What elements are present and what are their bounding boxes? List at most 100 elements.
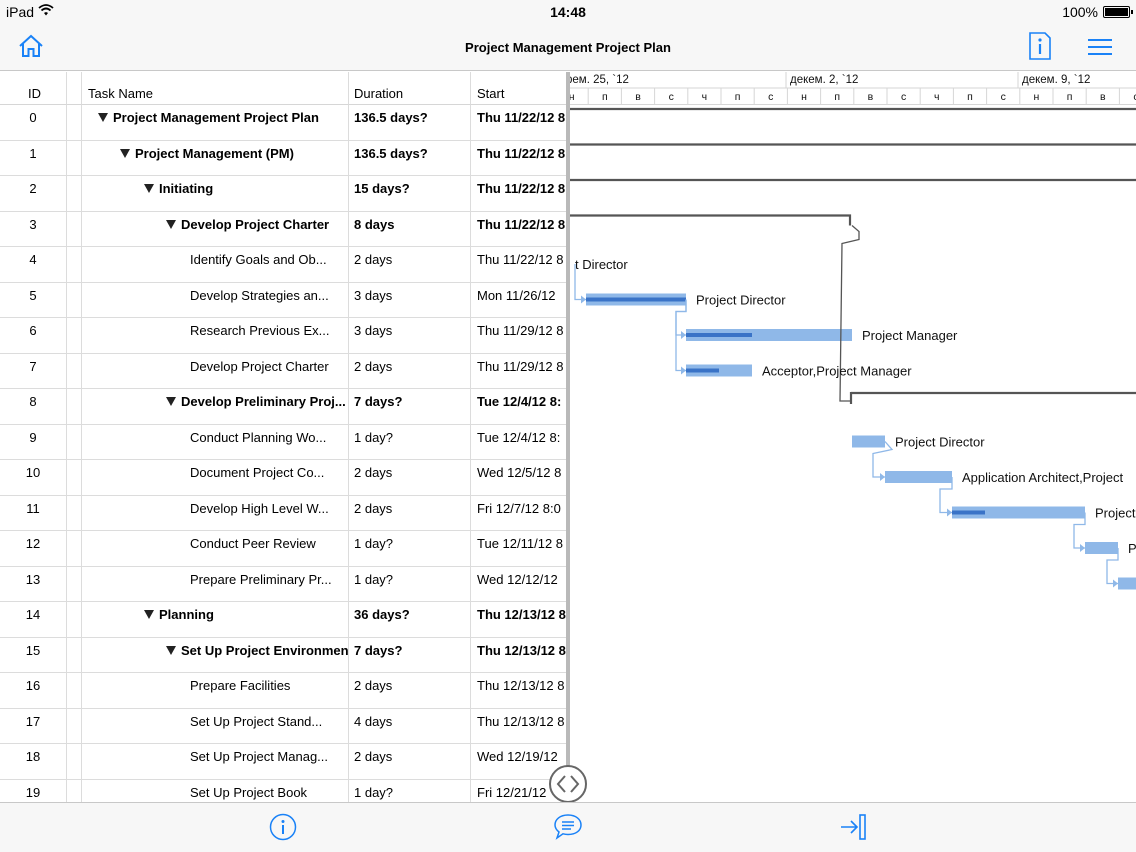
cell-start[interactable]: Fri 12/7/12 8:0: [471, 496, 566, 531]
table-row[interactable]: 19 Set Up Project Book 1 day? Fri 12/21/12: [0, 779, 566, 802]
collapse-triangle-icon[interactable]: [166, 397, 176, 406]
cell-start[interactable]: Tue 12/4/12 8:: [471, 425, 566, 460]
cell-task-name[interactable]: Develop Project Charter: [82, 353, 349, 389]
cell-duration[interactable]: 1 day?: [349, 566, 471, 602]
cell-start[interactable]: Wed 12/5/12 8: [471, 460, 566, 496]
cell-start[interactable]: Thu 11/29/12 8: [471, 318, 566, 354]
table-row[interactable]: 18 Set Up Project Manag... 2 days Wed 12/19…: [0, 744, 566, 780]
table-row[interactable]: 9 Conduct Planning Wo... 1 day? Tue 12/4/12…: [0, 424, 566, 460]
collapse-triangle-icon[interactable]: [166, 645, 176, 655]
cell-task-name[interactable]: Document Project Co...: [82, 460, 349, 496]
column-header-start[interactable]: Start: [471, 72, 566, 105]
cell-duration[interactable]: 2 days: [349, 495, 471, 531]
table-row[interactable]: 5 Develop Strategies an... 3 days Mon 11/26…: [0, 282, 566, 318]
cell-duration[interactable]: 4 days: [349, 708, 471, 744]
collapse-triangle-icon[interactable]: [144, 184, 154, 193]
cell-task-name[interactable]: Identify Goals and Ob...: [82, 247, 349, 283]
collapse-triangle-icon[interactable]: [166, 219, 176, 229]
comment-icon[interactable]: [553, 813, 583, 841]
cell-duration[interactable]: 1 day?: [349, 779, 471, 802]
table-row[interactable]: 3 Develop Project Charter 8 days Thu 11/22/…: [0, 211, 566, 247]
cell-task-name[interactable]: Planning: [82, 602, 349, 638]
cell-task-name[interactable]: Conduct Peer Review: [82, 531, 349, 567]
menu-icon[interactable]: [1088, 38, 1112, 56]
table-row[interactable]: 14 Planning 36 days? Thu 12/13/12 8: [0, 602, 566, 638]
table-row[interactable]: 0 Project Management Project Plan 136.5 da…: [0, 105, 566, 141]
collapse-triangle-icon[interactable]: [98, 113, 108, 122]
table-row[interactable]: 16 Prepare Facilities 2 days Thu 12/13/12 8: [0, 673, 566, 709]
table-row[interactable]: 6 Research Previous Ex... 3 days Thu 11/29/…: [0, 318, 566, 354]
info-icon[interactable]: [1028, 32, 1052, 60]
cell-id: 7: [0, 353, 67, 389]
cell-task-name[interactable]: Research Previous Ex...: [82, 318, 349, 354]
cell-task-name[interactable]: Set Up Project Manag...: [82, 744, 349, 780]
cell-duration[interactable]: 2 days: [349, 247, 471, 283]
cell-start[interactable]: Thu 11/22/12 8: [471, 212, 566, 247]
cell-duration[interactable]: 8 days: [349, 211, 471, 247]
cell-task-name[interactable]: Prepare Preliminary Pr...: [82, 566, 349, 602]
cell-duration[interactable]: 15 days?: [349, 176, 471, 212]
table-row[interactable]: 17 Set Up Project Stand... 4 days Thu 12/13…: [0, 708, 566, 744]
column-header-id[interactable]: ID: [0, 72, 67, 105]
cell-task-name[interactable]: Set Up Project Stand...: [82, 708, 349, 744]
cell-task-name[interactable]: Prepare Facilities: [82, 673, 349, 709]
task-progress: [686, 368, 719, 373]
table-row[interactable]: 11 Develop High Level W... 2 days Fri 12/7/…: [0, 495, 566, 531]
table-row[interactable]: 13 Prepare Preliminary Pr... 1 day? Wed 12/…: [0, 566, 566, 602]
task-name-text: Develop Preliminary Proj...: [181, 394, 346, 409]
collapse-triangle-icon[interactable]: [144, 610, 154, 619]
cell-task-name[interactable]: Initiating: [82, 176, 349, 212]
task-name-text: Initiating: [159, 181, 214, 196]
cell-duration[interactable]: 2 days: [349, 460, 471, 496]
table-row[interactable]: 12 Conduct Peer Review 1 day? Tue 12/11/12 …: [0, 531, 566, 567]
cell-duration[interactable]: 1 day?: [349, 531, 471, 567]
cell-start[interactable]: Tue 12/11/12 8: [471, 531, 566, 567]
table-row[interactable]: 10 Document Project Co... 2 days Wed 12/5/1…: [0, 460, 566, 496]
cell-duration[interactable]: 3 days: [349, 282, 471, 318]
cell-task-name[interactable]: Develop Project Charter: [82, 211, 349, 247]
cell-start[interactable]: Thu 11/22/12 8: [471, 247, 566, 283]
table-row[interactable]: 4 Identify Goals and Ob... 2 days Thu 11/22…: [0, 247, 566, 283]
table-row[interactable]: 1 Project Management (PM) 136.5 days? Thu 1…: [0, 140, 566, 176]
table-row[interactable]: 15 Set Up Project Environment 7 days? Thu 1…: [0, 637, 566, 673]
cell-task-name[interactable]: Set Up Project Environment: [82, 637, 349, 673]
cell-duration[interactable]: 7 days?: [349, 637, 471, 673]
details-icon[interactable]: [269, 813, 297, 841]
cell-start[interactable]: Wed 12/12/12: [471, 567, 566, 602]
table-row[interactable]: 8 Develop Preliminary Proj... 7 days? Tue 1…: [0, 389, 566, 425]
cell-start[interactable]: Thu 11/22/12 8: [471, 141, 566, 176]
collapse-triangle-icon[interactable]: [120, 148, 130, 158]
cell-start[interactable]: Thu 11/22/12 8: [471, 176, 566, 212]
cell-duration[interactable]: 2 days: [349, 744, 471, 780]
cell-task-name[interactable]: Project Management (PM): [82, 140, 349, 176]
cell-task-name[interactable]: Develop Preliminary Proj...: [82, 389, 349, 425]
column-header-task-name[interactable]: Task Name: [82, 72, 349, 105]
resize-handle-icon[interactable]: [549, 765, 587, 803]
cell-task-name[interactable]: Project Management Project Plan: [82, 105, 349, 141]
cell-start[interactable]: Thu 11/29/12 8: [471, 354, 566, 389]
cell-task-name[interactable]: Develop High Level W...: [82, 495, 349, 531]
cell-start[interactable]: Thu 12/13/12 8: [471, 602, 566, 638]
collapse-pane-icon[interactable]: [840, 813, 868, 841]
cell-duration[interactable]: 136.5 days?: [349, 105, 471, 141]
cell-task-name[interactable]: Set Up Project Book: [82, 779, 349, 802]
cell-task-name[interactable]: Conduct Planning Wo...: [82, 424, 349, 460]
cell-duration[interactable]: 36 days?: [349, 602, 471, 638]
cell-start[interactable]: Mon 11/26/12: [471, 283, 566, 318]
cell-start[interactable]: Thu 12/13/12 8: [471, 709, 566, 744]
table-row[interactable]: 7 Develop Project Charter 2 days Thu 11/29/…: [0, 353, 566, 389]
table-row[interactable]: 2 Initiating 15 days? Thu 11/22/12 8: [0, 176, 566, 212]
cell-duration[interactable]: 2 days: [349, 673, 471, 709]
column-header-duration[interactable]: Duration: [349, 72, 471, 105]
cell-duration[interactable]: 3 days: [349, 318, 471, 354]
cell-start[interactable]: Thu 12/13/12 8: [471, 673, 566, 709]
cell-start[interactable]: Tue 12/4/12 8:: [471, 389, 566, 425]
cell-start[interactable]: Thu 12/13/12 8: [471, 638, 566, 673]
battery-icon: [1103, 6, 1133, 18]
cell-task-name[interactable]: Develop Strategies an...: [82, 282, 349, 318]
cell-duration[interactable]: 2 days: [349, 353, 471, 389]
cell-duration[interactable]: 136.5 days?: [349, 140, 471, 176]
cell-duration[interactable]: 1 day?: [349, 424, 471, 460]
cell-start[interactable]: Thu 11/22/12 8: [471, 105, 566, 141]
cell-duration[interactable]: 7 days?: [349, 389, 471, 425]
